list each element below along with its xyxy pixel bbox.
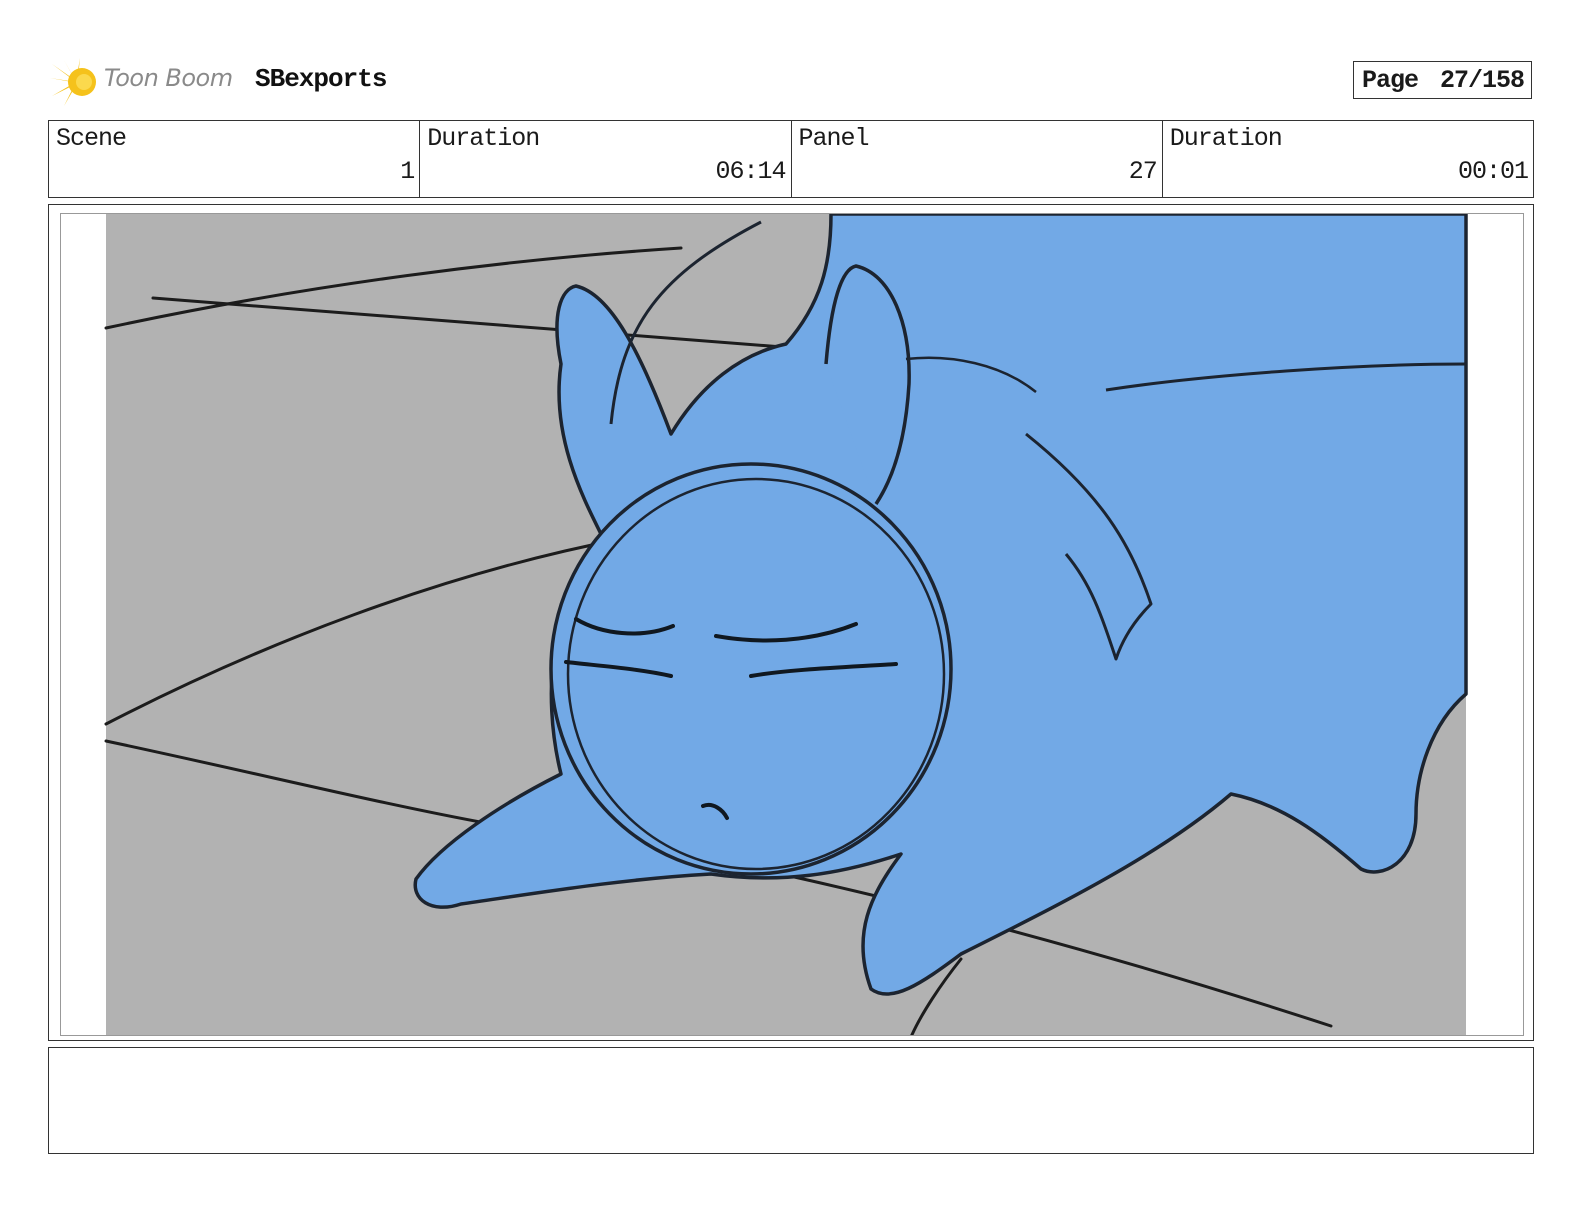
page-label: Page — [1362, 65, 1419, 95]
page-number: 27/158 — [1440, 65, 1525, 95]
scene-duration-label: Duration — [427, 124, 540, 153]
scene-duration-cell: Duration 06:14 — [420, 121, 792, 197]
panel-drawing — [104, 214, 1468, 1035]
panel-duration-cell: Duration 00:01 — [1163, 121, 1533, 197]
starburst-icon — [50, 58, 96, 106]
panel-cell: Panel 27 — [792, 121, 1163, 197]
project-title: SBexports — [255, 64, 387, 94]
scene-value: 1 — [400, 157, 415, 186]
panel-label: Panel — [798, 124, 870, 153]
panel-duration-label: Duration — [1169, 124, 1283, 153]
panel-info-table: Scene 1 Duration 06:14 Panel 27 Duration… — [48, 120, 1534, 198]
scene-label: Scene — [56, 124, 127, 153]
scene-cell: Scene 1 — [49, 121, 421, 197]
page-indicator: Page 27/158 — [1353, 61, 1532, 99]
storyboard-panel-frame — [48, 204, 1534, 1041]
toon-boom-logo: Toon Boom — [50, 52, 240, 108]
panel-duration-value: 00:01 — [1457, 157, 1529, 186]
storyboard-panel — [60, 213, 1524, 1036]
scene-duration-value: 06:14 — [715, 157, 786, 186]
panel-caption-box — [48, 1047, 1534, 1154]
logo-text: Toon Boom — [104, 64, 233, 92]
panel-value: 27 — [1128, 157, 1158, 186]
